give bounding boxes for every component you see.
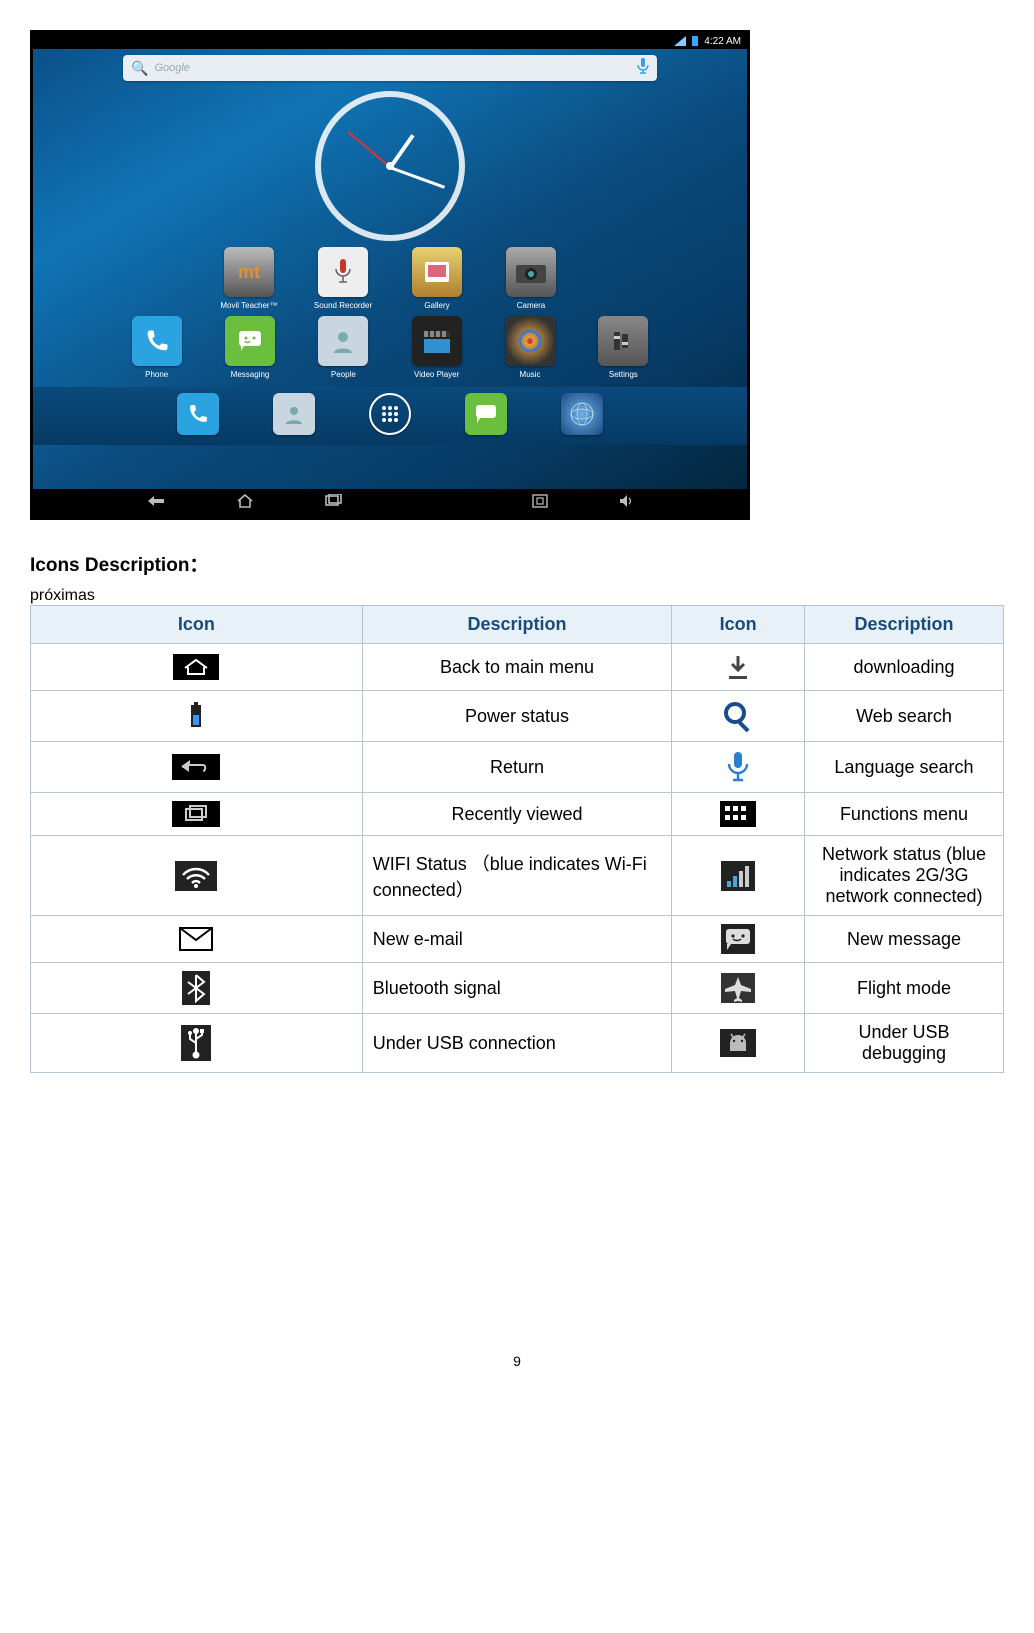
download-icon bbox=[682, 652, 794, 682]
dock-browser[interactable] bbox=[548, 393, 616, 439]
desc-cell: New e-mail bbox=[362, 916, 672, 963]
android-icon bbox=[682, 1029, 794, 1057]
tablet-screenshot: 4:22 AM 🔍 Google mt bbox=[30, 30, 750, 520]
desc-cell: Recently viewed bbox=[362, 793, 672, 836]
section-heading: Icons Description： bbox=[30, 550, 1004, 577]
desc-cell: downloading bbox=[804, 644, 1003, 691]
desc-cell: Network status (blue indicates 2G/3G net… bbox=[804, 836, 1003, 916]
dock-phone[interactable] bbox=[164, 393, 232, 439]
battery-icon bbox=[692, 36, 698, 46]
app-row-1: mt Movil Teacher™ Sound Recorder Gallery… bbox=[123, 247, 657, 310]
nav-recent-icon[interactable] bbox=[324, 494, 342, 513]
dock-contacts[interactable] bbox=[260, 393, 328, 439]
home-icon bbox=[41, 654, 352, 680]
desc-cell: Bluetooth signal bbox=[362, 963, 672, 1014]
th-desc-2: Description bbox=[804, 606, 1003, 644]
search-bar[interactable]: 🔍 Google bbox=[123, 55, 657, 81]
signal-icon bbox=[674, 36, 686, 46]
desc-cell: New message bbox=[804, 916, 1003, 963]
desc-cell: Language search bbox=[804, 742, 1003, 793]
dock bbox=[33, 387, 747, 445]
search-placeholder: Google bbox=[154, 62, 631, 74]
battery-icon bbox=[41, 701, 352, 731]
flight-mode-icon bbox=[682, 973, 794, 1003]
desc-cell: Back to main menu bbox=[362, 644, 672, 691]
nav-back-icon[interactable] bbox=[146, 494, 166, 513]
system-nav-bar bbox=[33, 489, 747, 517]
table-row: New e-mail New message bbox=[31, 916, 1004, 963]
dock-app-drawer[interactable] bbox=[356, 393, 424, 439]
message-icon bbox=[682, 924, 794, 954]
usb-icon bbox=[41, 1025, 352, 1061]
app-people[interactable]: People bbox=[310, 316, 377, 379]
th-desc-1: Description bbox=[362, 606, 672, 644]
app-settings[interactable]: Settings bbox=[590, 316, 657, 379]
bluetooth-icon bbox=[41, 971, 352, 1005]
desc-cell: WIFI Status （blue indicates Wi-Fi connec… bbox=[362, 836, 672, 916]
recent-icon bbox=[41, 801, 352, 827]
desc-cell: Web search bbox=[804, 691, 1003, 742]
th-icon-1: Icon bbox=[31, 606, 363, 644]
mic-icon[interactable] bbox=[637, 58, 649, 79]
table-row: Under USB connection Under USB debugging bbox=[31, 1014, 1004, 1073]
table-row: Back to main menu downloading bbox=[31, 644, 1004, 691]
desc-cell: Return bbox=[362, 742, 672, 793]
app-movil-teacher[interactable]: mt Movil Teacher™ bbox=[215, 247, 283, 310]
dock-messaging[interactable] bbox=[452, 393, 520, 439]
app-messaging[interactable]: Messaging bbox=[216, 316, 283, 379]
return-icon bbox=[41, 754, 352, 780]
mail-icon bbox=[41, 924, 352, 954]
app-music[interactable]: Music bbox=[496, 316, 563, 379]
table-row: Recently viewed Functions menu bbox=[31, 793, 1004, 836]
search-icon bbox=[682, 699, 794, 733]
nav-home-icon[interactable] bbox=[236, 494, 254, 513]
page-number: 9 bbox=[30, 1353, 1004, 1369]
desc-cell: Under USB debugging bbox=[804, 1014, 1003, 1073]
table-row: Power status Web search bbox=[31, 691, 1004, 742]
app-camera[interactable]: Camera bbox=[497, 247, 565, 310]
status-bar: 4:22 AM bbox=[33, 33, 747, 49]
table-row: Bluetooth signal Flight mode bbox=[31, 963, 1004, 1014]
th-icon-2: Icon bbox=[672, 606, 805, 644]
analog-clock-widget[interactable] bbox=[315, 91, 465, 241]
desc-cell: Power status bbox=[362, 691, 672, 742]
desc-cell: Flight mode bbox=[804, 963, 1003, 1014]
search-icon: 🔍 bbox=[131, 60, 148, 77]
desc-cell: Under USB connection bbox=[362, 1014, 672, 1073]
nav-volume-icon[interactable] bbox=[618, 494, 634, 513]
app-video-player[interactable]: Video Player bbox=[403, 316, 470, 379]
app-row-2: Phone Messaging People Video Player Musi… bbox=[123, 316, 657, 379]
table-row: Return Language search bbox=[31, 742, 1004, 793]
icons-description-table: Icon Description Icon Description Back t… bbox=[30, 605, 1004, 1073]
network-bars-icon bbox=[682, 861, 794, 891]
status-time: 4:22 AM bbox=[704, 36, 741, 47]
table-row: WIFI Status （blue indicates Wi-Fi connec… bbox=[31, 836, 1004, 916]
nav-screenshot-icon[interactable] bbox=[532, 494, 548, 513]
app-phone[interactable]: Phone bbox=[123, 316, 190, 379]
wifi-icon bbox=[41, 861, 352, 891]
app-sound-recorder[interactable]: Sound Recorder bbox=[309, 247, 377, 310]
apps-grid-icon bbox=[682, 801, 794, 827]
app-gallery[interactable]: Gallery bbox=[403, 247, 471, 310]
home-screen: 🔍 Google mt Movil Teacher™ bbox=[33, 49, 747, 489]
mic-icon bbox=[682, 750, 794, 784]
desc-cell: Functions menu bbox=[804, 793, 1003, 836]
